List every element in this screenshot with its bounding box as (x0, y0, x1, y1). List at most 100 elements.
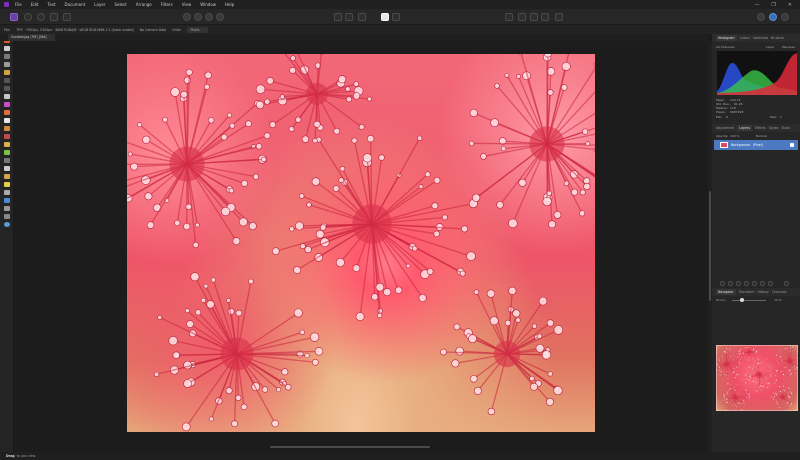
menu-text[interactable]: Text (47, 0, 55, 9)
view-mode-icon[interactable] (518, 13, 526, 21)
tab-colour[interactable]: Colour (740, 36, 750, 40)
move-tool-icon[interactable] (4, 46, 10, 51)
tab-styles[interactable]: Styles (769, 126, 779, 130)
smudge-brush-icon[interactable] (4, 158, 10, 163)
menu-edit[interactable]: Edit (31, 0, 39, 9)
tab-navigator[interactable]: Navigator (716, 289, 736, 295)
clone-brush-icon[interactable] (4, 126, 10, 131)
account-icon[interactable] (769, 13, 777, 21)
min-field[interactable]: 0 (726, 115, 728, 119)
layer-row-background[interactable]: Background (Pixel) (714, 140, 798, 150)
colour-wheel-icon[interactable] (4, 222, 10, 227)
freehand-select-icon[interactable] (4, 86, 10, 91)
tab-brushes[interactable]: Brushes (771, 36, 784, 40)
close-button[interactable]: ✕ (788, 2, 792, 8)
live-filter-button[interactable] (752, 281, 757, 286)
studio-toggle-icon[interactable] (757, 13, 765, 21)
liquify-persona-icon[interactable] (24, 13, 32, 21)
zoom-slider-handle[interactable] (740, 298, 744, 302)
refine-selection-icon[interactable] (358, 13, 366, 21)
menu-window[interactable]: Window (200, 0, 216, 9)
navigator-view-box[interactable] (716, 345, 798, 411)
menu-select[interactable]: Select (114, 0, 126, 9)
colour-swatch-icon[interactable] (381, 13, 389, 21)
adjustment-layer-button[interactable] (736, 281, 741, 286)
marquee-checkbox[interactable]: Marquee (782, 45, 795, 49)
crop-tool-icon[interactable] (4, 62, 10, 67)
channel-dropdown[interactable]: All Channels (716, 45, 735, 49)
menu-file[interactable]: File (15, 0, 22, 9)
auto-levels-icon[interactable] (183, 13, 191, 21)
help-icon[interactable] (781, 13, 789, 21)
dodge-brush-icon[interactable] (4, 134, 10, 139)
tab-swatches[interactable]: Swatches (753, 36, 768, 40)
text-tool-icon[interactable] (4, 198, 10, 203)
fx-layer-button[interactable] (744, 281, 749, 286)
node-tool-icon[interactable] (4, 182, 10, 187)
delete-layer-button[interactable] (784, 281, 789, 286)
layer-checkbox[interactable]: Layer (766, 45, 774, 49)
flood-select-icon[interactable] (4, 70, 10, 75)
snapping-icon[interactable] (505, 13, 513, 21)
zoom-tool-icon[interactable] (4, 214, 10, 219)
paint-brush-icon[interactable] (4, 94, 10, 99)
colour-replace-icon[interactable] (4, 102, 10, 107)
tab-channels[interactable]: Channels (772, 290, 787, 294)
vertical-scroll-thumb[interactable] (709, 191, 711, 301)
pixel-tool-icon[interactable] (4, 118, 10, 123)
assistant-icon[interactable] (555, 13, 563, 21)
document-tab[interactable]: Sundew.jpg (Tiff) [Std] (8, 34, 55, 41)
menu-arrange[interactable]: Arrange (136, 0, 152, 9)
selection-mode-icon[interactable] (334, 13, 342, 21)
opacity-field[interactable]: 100 % (730, 134, 740, 138)
auto-white-balance-icon[interactable] (216, 13, 224, 21)
auto-colours-icon[interactable] (205, 13, 213, 21)
units-dropdown[interactable]: Pixels (187, 26, 208, 33)
tab-effects[interactable]: Effects (755, 126, 766, 130)
document-image[interactable] (127, 54, 595, 432)
split-view-icon[interactable] (530, 13, 538, 21)
menu-document[interactable]: Document (65, 0, 86, 9)
menu-layer[interactable]: Layer (94, 0, 105, 9)
blur-brush-icon[interactable] (4, 166, 10, 171)
tone-mapping-persona-icon[interactable] (50, 13, 58, 21)
photo-persona-icon[interactable] (10, 13, 18, 21)
pen-tool-icon[interactable] (4, 174, 10, 179)
menu-view[interactable]: View (182, 0, 192, 9)
layer-visibility-checkbox[interactable] (790, 143, 794, 147)
tab-layers[interactable]: Layers (737, 125, 752, 131)
menu-filters[interactable]: Filters (161, 0, 173, 9)
colour-dropdown-icon[interactable] (392, 13, 400, 21)
blend-mode-dropdown[interactable]: Normal (756, 134, 767, 138)
max-field[interactable]: 1 (780, 115, 782, 119)
erase-brush-icon[interactable] (4, 110, 10, 115)
navigator-preview[interactable] (716, 345, 798, 411)
menu-help[interactable]: Help (225, 0, 234, 9)
export-persona-icon[interactable] (63, 13, 71, 21)
burn-brush-icon[interactable] (4, 142, 10, 147)
colour-picker-icon[interactable] (4, 206, 10, 211)
tab-stock[interactable]: Stock (781, 126, 790, 130)
maximize-button[interactable]: ❐ (771, 2, 775, 8)
auto-contrast-icon[interactable] (194, 13, 202, 21)
selection-brush-icon[interactable] (4, 54, 10, 59)
group-layers-button[interactable] (760, 281, 765, 286)
develop-persona-icon[interactable] (37, 13, 45, 21)
zoom-field[interactable]: 74 % (774, 298, 782, 302)
healing-brush-icon[interactable] (4, 150, 10, 155)
layer-opacity-button[interactable] (720, 281, 725, 286)
mask-layer-button[interactable] (728, 281, 733, 286)
zoom-slider[interactable] (732, 298, 766, 302)
tab-history[interactable]: History (757, 290, 768, 294)
app-logo-icon[interactable] (4, 2, 9, 7)
add-pixel-layer-button[interactable] (768, 281, 773, 286)
horizontal-scroll-thumb[interactable] (270, 446, 430, 448)
tab-histogram[interactable]: Histogram (716, 35, 737, 41)
tab-adjustment[interactable]: Adjustment (716, 126, 734, 130)
minimize-button[interactable]: — (754, 2, 759, 8)
quick-mask-icon[interactable] (345, 13, 353, 21)
tab-transform[interactable]: Transform (739, 290, 755, 294)
mirror-view-icon[interactable] (541, 13, 549, 21)
marquee-tool-icon[interactable] (4, 78, 10, 83)
shape-tool-icon[interactable] (4, 190, 10, 195)
